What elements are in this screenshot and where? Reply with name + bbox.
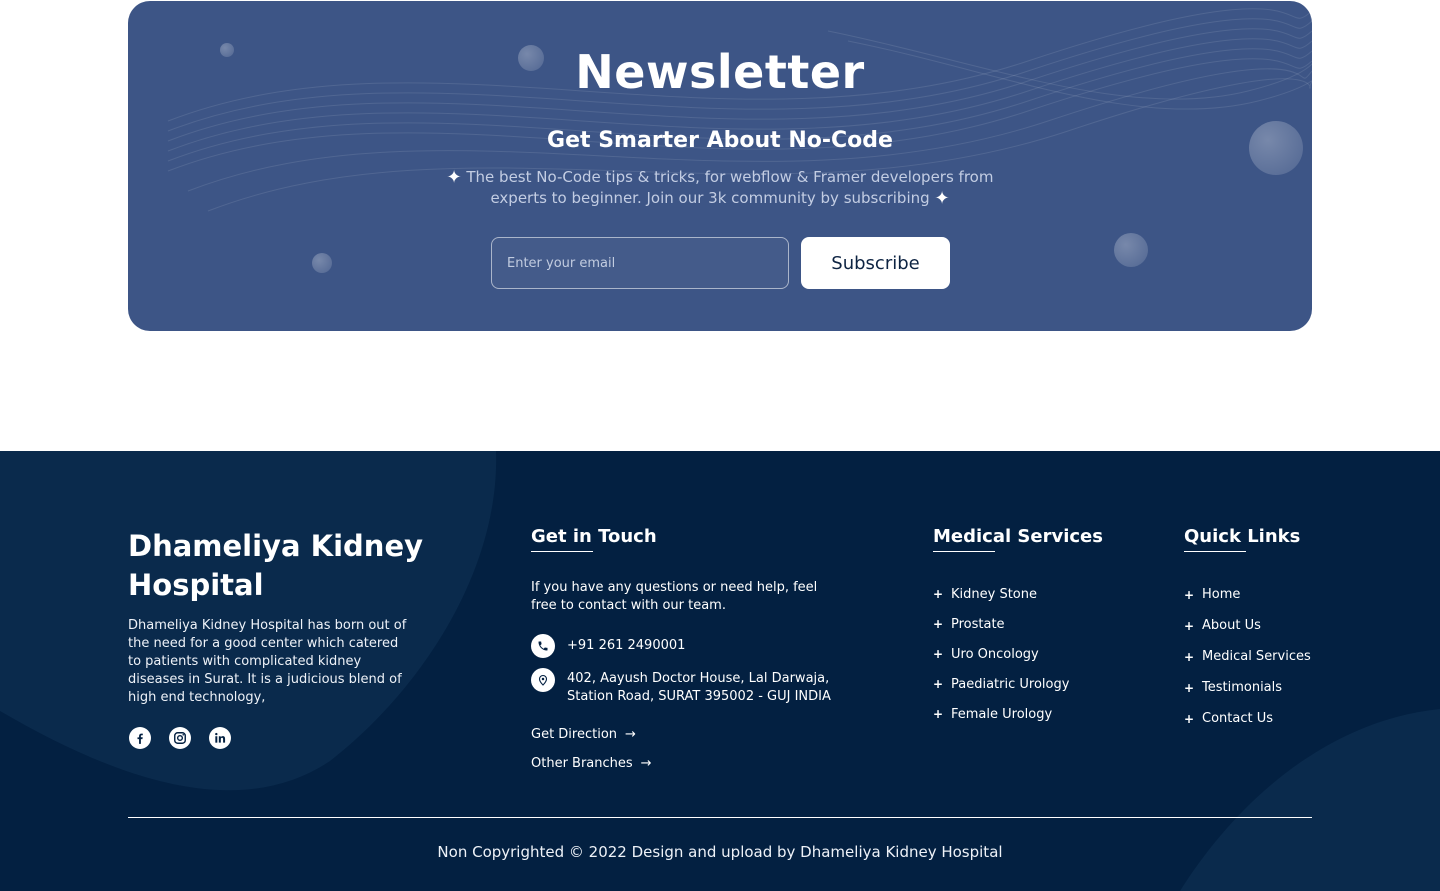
get-in-touch-title: Get in Touch xyxy=(531,526,657,552)
phone-number[interactable]: +91 261 2490001 xyxy=(567,637,685,655)
newsletter-description: ✦ The best No-Code tips & tricks, for we… xyxy=(438,167,1002,209)
list-item-label: Testimonials xyxy=(1202,680,1283,695)
facebook-icon[interactable] xyxy=(129,727,151,749)
list-item-label: Paediatric Urology xyxy=(951,676,1070,692)
phone-icon xyxy=(531,634,555,658)
newsletter-description-text: The best No-Code tips & tricks, for webf… xyxy=(466,168,994,207)
arrow-right-icon: → xyxy=(640,756,652,771)
footer: Dhameliya Kidney Hospital Dhameliya Kidn… xyxy=(0,451,1440,891)
quick-links-list: + Home + About Us + Medical Services + Testi… xyxy=(1184,579,1311,734)
social-links xyxy=(129,727,231,749)
get-direction-link[interactable]: Get Direction → xyxy=(531,727,636,742)
hospital-name: Dhameliya Kidney Hospital xyxy=(128,529,424,602)
sparkle-icon: ✦ xyxy=(446,167,462,188)
email-input[interactable] xyxy=(491,237,789,289)
plus-icon: + xyxy=(1184,680,1195,695)
location-pin-icon xyxy=(531,668,555,692)
service-item-female-urology[interactable]: + Female Urology xyxy=(933,699,1069,729)
plus-icon: + xyxy=(1184,711,1195,726)
plus-icon: + xyxy=(1184,649,1195,664)
plus-icon: + xyxy=(933,617,944,631)
plus-icon: + xyxy=(1184,587,1195,602)
title-underline xyxy=(1184,551,1246,552)
footer-divider xyxy=(128,817,1312,818)
other-branches-link[interactable]: Other Branches → xyxy=(531,756,652,771)
arrow-right-icon: → xyxy=(625,727,636,742)
linkedin-icon[interactable] xyxy=(209,727,231,749)
title-underline xyxy=(933,551,995,552)
plus-icon: + xyxy=(1184,618,1195,633)
newsletter-subtitle: Get Smarter About No-Code xyxy=(547,128,893,153)
service-item-paediatric-urology[interactable]: + Paediatric Urology xyxy=(933,669,1069,699)
quick-link-testimonials[interactable]: + Testimonials xyxy=(1184,672,1311,703)
list-item-label: Contact Us xyxy=(1202,711,1273,726)
instagram-icon[interactable] xyxy=(169,727,191,749)
phone-row: +91 261 2490001 xyxy=(531,634,685,658)
list-item-label: Uro Oncology xyxy=(951,646,1039,662)
sparkle-icon: ✦ xyxy=(934,188,950,209)
list-item-label: Home xyxy=(1202,587,1241,602)
quick-link-about-us[interactable]: + About Us xyxy=(1184,610,1311,641)
address-text: 402, Aayush Doctor House, Lal Darwaja, S… xyxy=(567,671,831,704)
hospital-about: Dhameliya Kidney Hospital has born out o… xyxy=(128,618,407,705)
decor-bubble xyxy=(1114,233,1148,267)
medical-services-title: Medical Services xyxy=(933,526,1103,552)
plus-icon: + xyxy=(933,587,944,601)
list-item-label: Medical Services xyxy=(1202,649,1311,664)
title-underline xyxy=(531,551,593,552)
newsletter-section: Newsletter Get Smarter About No-Code ✦ T… xyxy=(128,1,1312,331)
list-item-label: About Us xyxy=(1202,618,1261,633)
copyright-text: Non Copyrighted © 2022 Design and upload… xyxy=(437,843,1003,861)
service-item-prostate[interactable]: + Prostate xyxy=(933,609,1069,639)
address-row: 402, Aayush Doctor House, Lal Darwaja, S… xyxy=(531,668,847,706)
plus-icon: + xyxy=(933,707,944,721)
service-item-uro-oncology[interactable]: + Uro Oncology xyxy=(933,639,1069,669)
subscribe-button[interactable]: Subscribe xyxy=(801,237,950,289)
other-branches-label: Other Branches xyxy=(531,756,633,771)
decor-bubble xyxy=(312,253,332,273)
quick-link-contact-us[interactable]: + Contact Us xyxy=(1184,703,1311,734)
get-in-touch-description: If you have any questions or need help, … xyxy=(531,580,818,613)
get-direction-label: Get Direction xyxy=(531,727,618,742)
list-item-label: Kidney Stone xyxy=(951,586,1037,602)
quick-link-home[interactable]: + Home xyxy=(1184,579,1311,610)
list-item-label: Female Urology xyxy=(951,706,1053,722)
medical-services-list: + Kidney Stone + Prostate + Uro Oncology + P… xyxy=(933,579,1069,729)
medical-services-title-text: Medical Services xyxy=(933,526,1103,547)
plus-icon: + xyxy=(933,647,944,661)
service-item-kidney-stone[interactable]: + Kidney Stone xyxy=(933,579,1069,609)
quick-links-title: Quick Links xyxy=(1184,526,1300,552)
quick-link-medical-services[interactable]: + Medical Services xyxy=(1184,641,1311,672)
newsletter-title: Newsletter xyxy=(575,45,865,99)
list-item-label: Prostate xyxy=(951,616,1005,632)
get-in-touch-title-text: Get in Touch xyxy=(531,526,657,547)
quick-links-title-text: Quick Links xyxy=(1184,526,1301,547)
plus-icon: + xyxy=(933,677,944,691)
